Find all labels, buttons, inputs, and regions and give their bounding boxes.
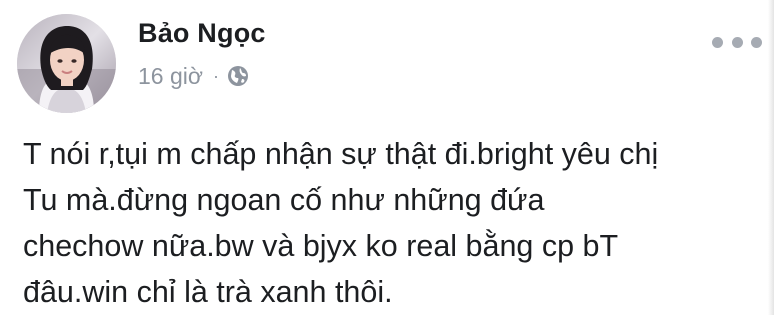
- screen-edge: [768, 0, 774, 315]
- meta-separator: ·: [212, 65, 219, 86]
- more-dot: [712, 36, 723, 48]
- post-meta: 16 giờ ·: [138, 62, 249, 90]
- more-options-icon[interactable]: [712, 28, 762, 56]
- post-timestamp[interactable]: 16 giờ: [138, 63, 203, 90]
- globe-icon: [227, 66, 248, 86]
- post-text: T nói r,tụi m chấp nhận sự thật đi.brigh…: [23, 137, 659, 309]
- avatar-image: [17, 14, 116, 113]
- avatar[interactable]: [17, 14, 116, 113]
- post-card: Bảo Ngọc 16 giờ · T nói r,tụi m chấp nhậ…: [0, 0, 774, 315]
- author-name[interactable]: Bảo Ngọc: [138, 18, 266, 49]
- more-dot: [751, 36, 762, 48]
- more-dot: [731, 36, 743, 48]
